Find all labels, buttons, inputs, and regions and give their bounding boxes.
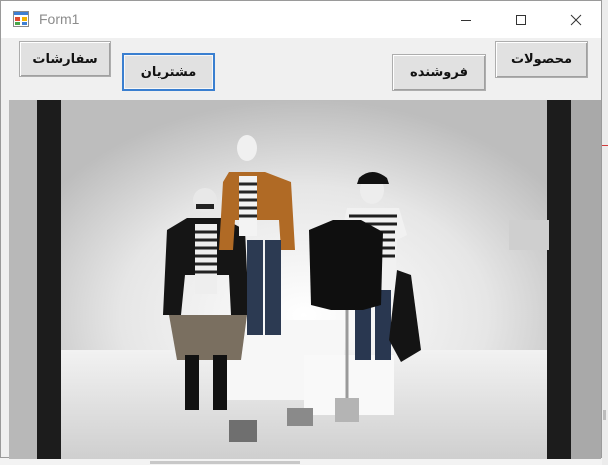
products-button[interactable]: محصولات [495,41,588,78]
picture-box [9,100,601,459]
background-red-line [602,145,608,146]
customers-button[interactable]: مشتریان [122,53,215,91]
background-ghost-text [150,461,300,464]
form-icon [13,11,29,27]
background-app-bottom [0,458,602,465]
close-button[interactable] [553,1,599,38]
window-title: Form1 [39,11,80,27]
orders-button[interactable]: سفارشات [19,41,111,77]
title-bar[interactable]: Form1 [1,1,601,38]
background-app-edge [602,0,608,465]
form-window: Form1 سفارشات مشتریان فروشنده محصولات [0,0,602,459]
maximize-button[interactable] [498,1,544,38]
mannequin-photo [9,100,601,459]
maximize-icon [516,14,526,25]
close-icon [570,14,582,25]
minimize-button[interactable] [443,1,489,38]
minimize-icon [461,19,471,21]
background-marker [603,410,606,420]
seller-button[interactable]: فروشنده [392,54,486,91]
